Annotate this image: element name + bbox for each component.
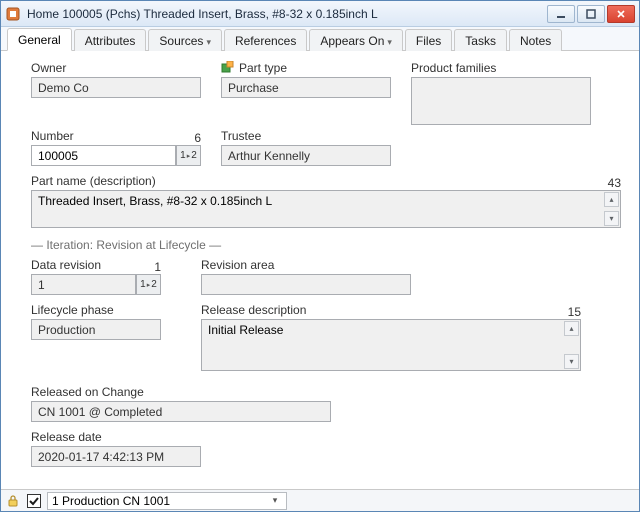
product-families-label: Product families <box>411 61 591 75</box>
content-panel: Owner Demo Co Part type Purchase Product… <box>1 51 639 489</box>
dropdown-icon: ▾ <box>387 37 392 47</box>
release-description-field[interactable]: Initial Release ▴ ▾ <box>201 319 581 371</box>
released-on-change-label: Released on Change <box>31 385 331 399</box>
scrollbar[interactable]: ▴ ▾ <box>564 321 579 369</box>
release-date-field[interactable]: 2020-01-17 4:42:13 PM <box>31 446 201 467</box>
owner-label: Owner <box>31 61 201 75</box>
release-description-label: Release description <box>201 303 306 317</box>
tab-appearson-label: Appears On <box>320 34 384 48</box>
tab-attributes[interactable]: Attributes <box>74 29 147 51</box>
lock-icon <box>5 493 21 509</box>
release-description-count: 15 <box>568 305 581 319</box>
status-bar: 1 Production CN 1001 ▾ <box>1 489 639 511</box>
part-type-field[interactable]: Purchase <box>221 77 391 98</box>
scroll-up-icon[interactable]: ▴ <box>604 192 619 207</box>
tab-tasks[interactable]: Tasks <box>454 29 507 51</box>
tab-sources-label: Sources <box>159 34 203 48</box>
tab-notes[interactable]: Notes <box>509 29 562 51</box>
trustee-field[interactable]: Arthur Kennelly <box>221 145 391 166</box>
data-revision-label: Data revision <box>31 258 101 272</box>
tab-bar: General Attributes Sources▾ References A… <box>1 27 639 51</box>
release-date-label: Release date <box>31 430 201 444</box>
status-dropdown[interactable]: 1 Production CN 1001 ▾ <box>47 492 287 510</box>
number-field[interactable]: 100005 <box>31 145 176 166</box>
product-families-field[interactable] <box>411 77 591 125</box>
tab-appears-on[interactable]: Appears On▾ <box>309 29 403 51</box>
scroll-up-icon[interactable]: ▴ <box>564 321 579 336</box>
part-name-count: 43 <box>608 176 621 190</box>
part-name-label: Part name (description) <box>31 174 156 188</box>
data-revision-field[interactable]: 1 <box>31 274 136 295</box>
titlebar: Home 100005 (Pchs) Threaded Insert, Bras… <box>1 1 639 27</box>
owner-field[interactable]: Demo Co <box>31 77 201 98</box>
part-type-icon <box>221 61 235 75</box>
scroll-down-icon[interactable]: ▾ <box>604 211 619 226</box>
part-type-label: Part type <box>221 61 391 75</box>
revision-swap-button[interactable]: 1▸2 <box>136 274 161 295</box>
iteration-section-label: — Iteration: Revision at Lifecycle — <box>31 238 621 252</box>
part-name-value: Threaded Insert, Brass, #8-32 x 0.185inc… <box>38 194 272 208</box>
scroll-down-icon[interactable]: ▾ <box>564 354 579 369</box>
number-swap-button[interactable]: 1▸2 <box>176 145 201 166</box>
revision-area-label: Revision area <box>201 258 411 272</box>
lifecycle-phase-label: Lifecycle phase <box>31 303 161 317</box>
tab-files[interactable]: Files <box>405 29 452 51</box>
lifecycle-phase-field[interactable]: Production <box>31 319 161 340</box>
maximize-button[interactable] <box>577 5 605 23</box>
number-label: Number <box>31 129 74 143</box>
tab-references[interactable]: References <box>224 29 307 51</box>
trustee-label: Trustee <box>221 129 391 143</box>
close-button[interactable] <box>607 5 635 23</box>
release-description-value: Initial Release <box>208 323 283 337</box>
data-revision-count: 1 <box>154 260 161 274</box>
dropdown-icon: ▾ <box>206 37 211 47</box>
status-checkbox[interactable] <box>27 494 41 508</box>
revision-area-field[interactable] <box>201 274 411 295</box>
app-icon <box>5 6 21 22</box>
window-buttons <box>547 5 635 23</box>
minimize-button[interactable] <box>547 5 575 23</box>
part-type-label-text: Part type <box>239 61 287 75</box>
number-count: 6 <box>194 131 201 145</box>
part-name-field[interactable]: Threaded Insert, Brass, #8-32 x 0.185inc… <box>31 190 621 228</box>
tab-sources[interactable]: Sources▾ <box>148 29 222 51</box>
released-on-change-field[interactable]: CN 1001 @ Completed <box>31 401 331 422</box>
app-window: Home 100005 (Pchs) Threaded Insert, Bras… <box>0 0 640 512</box>
chevron-down-icon: ▾ <box>268 495 282 506</box>
status-dropdown-value: 1 Production CN 1001 <box>52 494 170 508</box>
window-title: Home 100005 (Pchs) Threaded Insert, Bras… <box>27 7 547 21</box>
tab-general[interactable]: General <box>7 28 72 51</box>
scrollbar[interactable]: ▴ ▾ <box>604 192 619 226</box>
